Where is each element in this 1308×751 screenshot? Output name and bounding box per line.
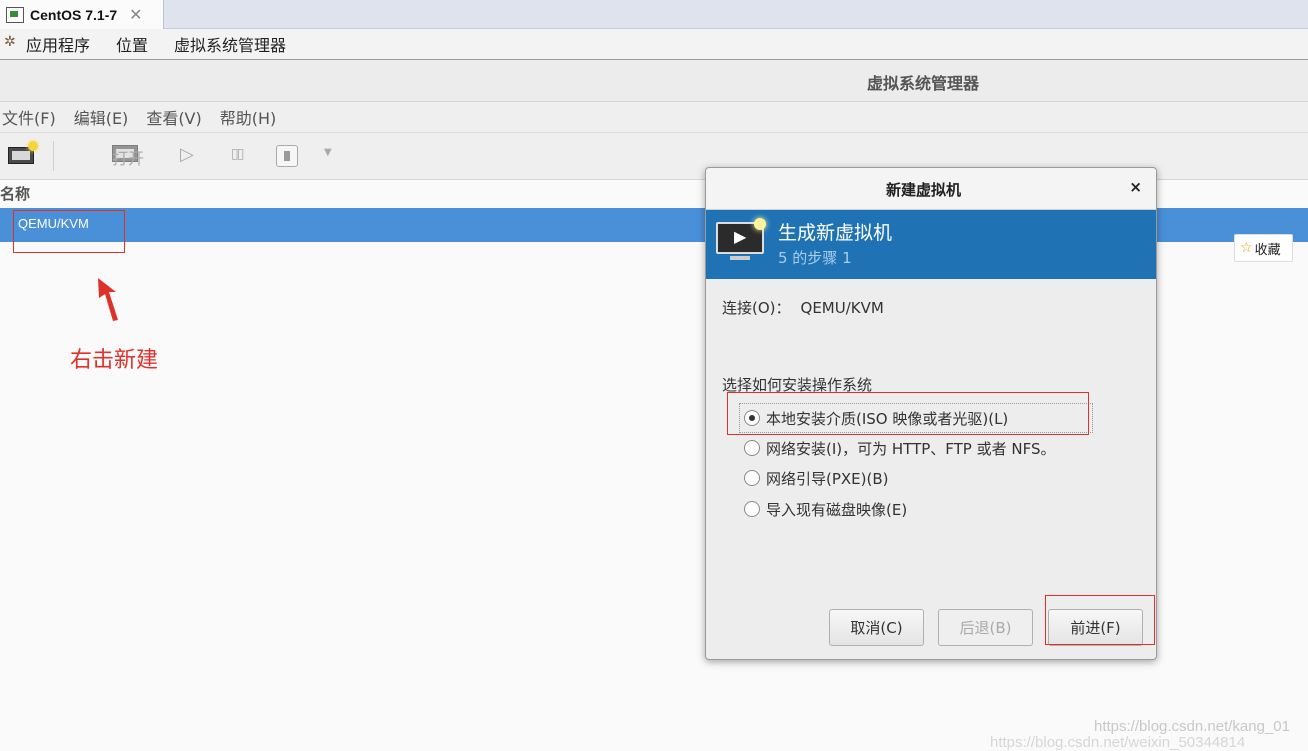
- new-vm-icon: [716, 218, 766, 264]
- star-icon: ☆: [1240, 240, 1253, 256]
- vm-tab-strip: CentOS 7.1-7 ✕: [0, 0, 1308, 29]
- new-vm-button[interactable]: [8, 141, 38, 169]
- menu-virt-manager[interactable]: 虚拟系统管理器: [174, 32, 286, 56]
- vm-icon: [6, 6, 24, 23]
- close-icon[interactable]: ×: [1129, 178, 1142, 196]
- dialog-titlebar: 新建虚拟机 ×: [706, 168, 1156, 210]
- shutdown-icon[interactable]: [276, 145, 298, 167]
- window-title: 虚拟系统管理器: [867, 74, 980, 93]
- toolbar-separator: [53, 141, 54, 171]
- radio-network-install[interactable]: 网络安装(I)，可为 HTTP、FTP 或者 NFS。: [744, 436, 1056, 460]
- window-titlebar: 虚拟系统管理器: [0, 60, 1308, 102]
- connection-value: QEMU/KVM: [800, 299, 884, 317]
- menu-edit[interactable]: 编辑(E): [74, 105, 129, 129]
- open-button[interactable]: 打开: [72, 143, 152, 169]
- cancel-button[interactable]: 取消(C): [829, 609, 924, 646]
- list-header-name[interactable]: 名称: [0, 183, 710, 207]
- annotation-box: [13, 210, 125, 253]
- radio-label: 网络安装(I)，可为 HTTP、FTP 或者 NFS。: [766, 439, 1056, 458]
- connection-label: 连接(O)：: [722, 299, 791, 317]
- annotation-box: [1045, 595, 1155, 645]
- gnome-top-bar: 应用程序 位置 虚拟系统管理器: [0, 29, 1308, 60]
- annotation-arrow-icon: [98, 278, 118, 321]
- annotation-box: [727, 392, 1089, 435]
- applications-icon: [4, 34, 20, 52]
- annotation-text: 右击新建: [70, 348, 159, 373]
- watermark: https://blog.csdn.net/kang_01: [1094, 718, 1290, 735]
- dialog-title: 新建虚拟机: [886, 181, 962, 199]
- menu-applications[interactable]: 应用程序: [26, 32, 90, 56]
- radio-import-disk[interactable]: 导入现有磁盘映像(E): [744, 497, 907, 521]
- radio-icon: [744, 501, 760, 517]
- menu-file[interactable]: 文件(F): [2, 105, 56, 129]
- radio-label: 导入现有磁盘映像(E): [766, 500, 908, 519]
- run-icon[interactable]: ▷: [180, 144, 198, 170]
- bookmark-label: 收藏: [1254, 242, 1281, 258]
- new-vm-dialog: 新建虚拟机 × 生成新虚拟机 5 的步骤 1 连接(O)：QEMU/KVM 选择…: [705, 167, 1157, 660]
- banner-title: 生成新虚拟机: [778, 222, 893, 244]
- radio-label: 网络引导(PXE)(B): [766, 469, 889, 488]
- menu-places[interactable]: 位置: [116, 32, 148, 56]
- chevron-down-icon[interactable]: ▼: [324, 147, 332, 173]
- radio-network-boot[interactable]: 网络引导(PXE)(B): [744, 466, 889, 490]
- connection-row: 连接(O)： QEMU/KVM: [722, 297, 884, 318]
- close-icon[interactable]: ✕: [129, 5, 142, 24]
- banner-step: 5 的步骤 1: [778, 249, 852, 267]
- menu-help[interactable]: 帮助(H): [220, 105, 277, 129]
- new-star-icon: [28, 141, 38, 151]
- vm-tab-label: CentOS 7.1-7: [30, 6, 118, 23]
- bookmark-button[interactable]: ☆ 收藏: [1234, 234, 1293, 262]
- pause-icon[interactable]: ▯▯: [231, 146, 249, 172]
- back-button[interactable]: 后退(B): [938, 609, 1033, 646]
- dialog-banner: 生成新虚拟机 5 的步骤 1: [706, 210, 1156, 279]
- vm-tab[interactable]: CentOS 7.1-7 ✕: [0, 0, 164, 29]
- open-label: 打开: [112, 149, 145, 168]
- radio-icon: [744, 440, 760, 456]
- menubar: 文件(F) 编辑(E) 查看(V) 帮助(H): [0, 102, 1308, 133]
- watermark: https://blog.csdn.net/weixin_50344814: [990, 734, 1246, 751]
- menu-view[interactable]: 查看(V): [146, 105, 201, 129]
- radio-icon: [744, 470, 760, 486]
